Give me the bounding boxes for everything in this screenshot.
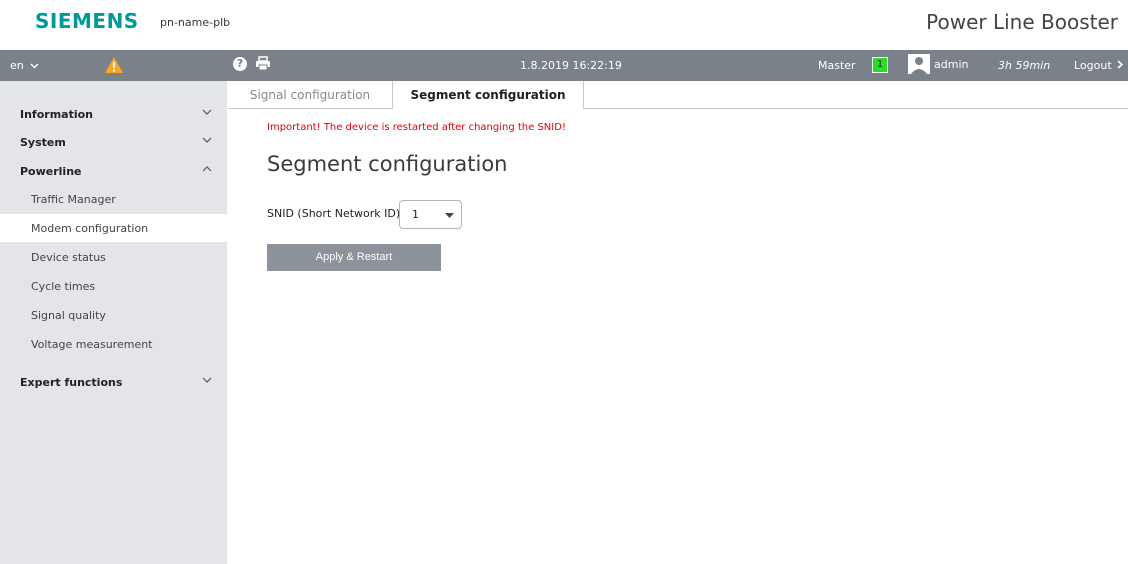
username: admin [934, 58, 969, 71]
sidebar-item-label: Voltage measurement [31, 338, 153, 351]
sidebar-item-label: Expert functions [20, 376, 123, 389]
dropdown-arrow-icon [445, 213, 454, 218]
tab-segment-configuration[interactable]: Segment configuration [392, 81, 584, 110]
snid-value: 1 [412, 208, 419, 221]
role-label: Master [818, 59, 856, 72]
chevron-down-icon [30, 62, 39, 69]
sidebar-item-traffic-manager[interactable]: Traffic Manager [0, 185, 227, 213]
language-selector[interactable]: en [10, 59, 39, 72]
sidebar-item-label: Signal quality [31, 309, 106, 322]
master-status-badge: 1 [872, 57, 888, 73]
logout-label: Logout [1074, 59, 1112, 72]
device-name: pn-name-plb [160, 16, 231, 29]
current-datetime: 1.8.2019 16:22:19 [520, 59, 622, 72]
warning-icon[interactable] [104, 56, 124, 77]
sidebar-item-expert-functions[interactable]: Expert functions [0, 368, 227, 396]
chevron-up-icon [202, 166, 212, 172]
printer-icon[interactable] [255, 56, 271, 74]
sidebar-item-cycle-times[interactable]: Cycle times [0, 272, 227, 300]
sidebar-item-device-status[interactable]: Device status [0, 243, 227, 271]
tab-bar: Signal configuration Segment configurati… [228, 81, 1128, 110]
sidebar-item-information[interactable]: Information [0, 100, 227, 128]
brand-bar: SIEMENS pn-name-plb Power Line Booster [0, 0, 1128, 50]
chevron-down-icon [202, 377, 212, 383]
language-value: en [10, 59, 24, 72]
chevron-right-icon [1117, 60, 1124, 69]
sidebar-item-voltage-measurement[interactable]: Voltage measurement [0, 330, 227, 358]
apply-restart-button[interactable]: Apply & Restart [267, 244, 441, 271]
sidebar-item-modem-configuration[interactable]: Modem configuration [0, 214, 227, 242]
sidebar-item-label: System [20, 136, 66, 149]
sidebar: Information System Powerline Traffic Man… [0, 81, 227, 564]
tab-signal-configuration[interactable]: Signal configuration [228, 81, 392, 109]
sidebar-item-label: Cycle times [31, 280, 96, 293]
chevron-down-icon [202, 109, 212, 115]
sidebar-item-powerline[interactable]: Powerline [0, 157, 227, 185]
top-toolbar: en ? 1.8.2019 16:22:19 Master 1 admin 3h… [0, 50, 1128, 81]
page-title: Segment configuration [267, 152, 508, 176]
sidebar-item-label: Device status [31, 251, 106, 264]
sidebar-item-label: Traffic Manager [31, 193, 116, 206]
sidebar-item-signal-quality[interactable]: Signal quality [0, 301, 227, 329]
sidebar-item-label: Powerline [20, 165, 82, 178]
snid-label: SNID (Short Network ID): [267, 207, 404, 220]
session-time: 3h 59min [998, 59, 1051, 72]
help-icon[interactable]: ? [233, 57, 247, 71]
user-icon [908, 54, 930, 77]
sidebar-item-system[interactable]: System [0, 128, 227, 156]
logout-link[interactable]: Logout [1074, 59, 1124, 72]
restart-warning: Important! The device is restarted after… [267, 122, 566, 133]
siemens-logo: SIEMENS [35, 9, 139, 33]
snid-select[interactable]: 1 [399, 200, 462, 229]
chevron-down-icon [202, 137, 212, 143]
sidebar-item-label: Information [20, 108, 93, 121]
sidebar-item-label: Modem configuration [31, 222, 149, 235]
product-title: Power Line Booster [926, 10, 1118, 34]
